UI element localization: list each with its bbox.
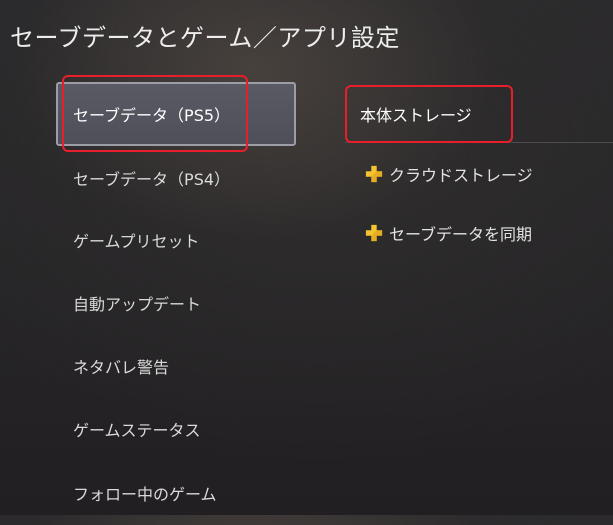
ps-plus-icon xyxy=(365,224,383,242)
menu-item-spoiler-warning[interactable]: ネタバレ警告 xyxy=(56,334,296,398)
menu-item-game-status[interactable]: ゲームステータス xyxy=(56,397,296,461)
option-label: 本体ストレージ xyxy=(360,105,472,125)
option-console-storage[interactable]: 本体ストレージ xyxy=(345,85,613,143)
menu-item-label: ネタバレ警告 xyxy=(73,358,170,377)
menu-item-label: セーブデータ（PS5） xyxy=(73,106,231,125)
option-label: セーブデータを同期 xyxy=(389,225,533,244)
menu-item-save-data-ps5[interactable]: セーブデータ（PS5） xyxy=(56,82,296,146)
ps-plus-icon xyxy=(365,165,383,183)
option-label: クラウドストレージ xyxy=(389,166,533,185)
menu-item-auto-update[interactable]: 自動アップデート xyxy=(56,271,296,335)
menu-item-game-presets[interactable]: ゲームプリセット xyxy=(56,208,296,272)
option-sync-save-data[interactable]: セーブデータを同期 xyxy=(345,204,613,262)
menu-item-label: 自動アップデート xyxy=(73,295,202,314)
page-title: セーブデータとゲーム／アプリ設定 xyxy=(10,24,400,52)
menu-item-label: フォロー中のゲーム xyxy=(73,485,217,504)
menu-item-followed-games[interactable]: フォロー中のゲーム xyxy=(56,461,296,525)
menu-item-save-data-ps4[interactable]: セーブデータ（PS4） xyxy=(56,146,296,210)
option-cloud-storage[interactable]: クラウドストレージ xyxy=(345,145,613,203)
menu-item-label: ゲームプリセット xyxy=(73,232,200,251)
menu-item-label: セーブデータ（PS4） xyxy=(73,170,231,189)
menu-item-label: ゲームステータス xyxy=(73,421,201,440)
